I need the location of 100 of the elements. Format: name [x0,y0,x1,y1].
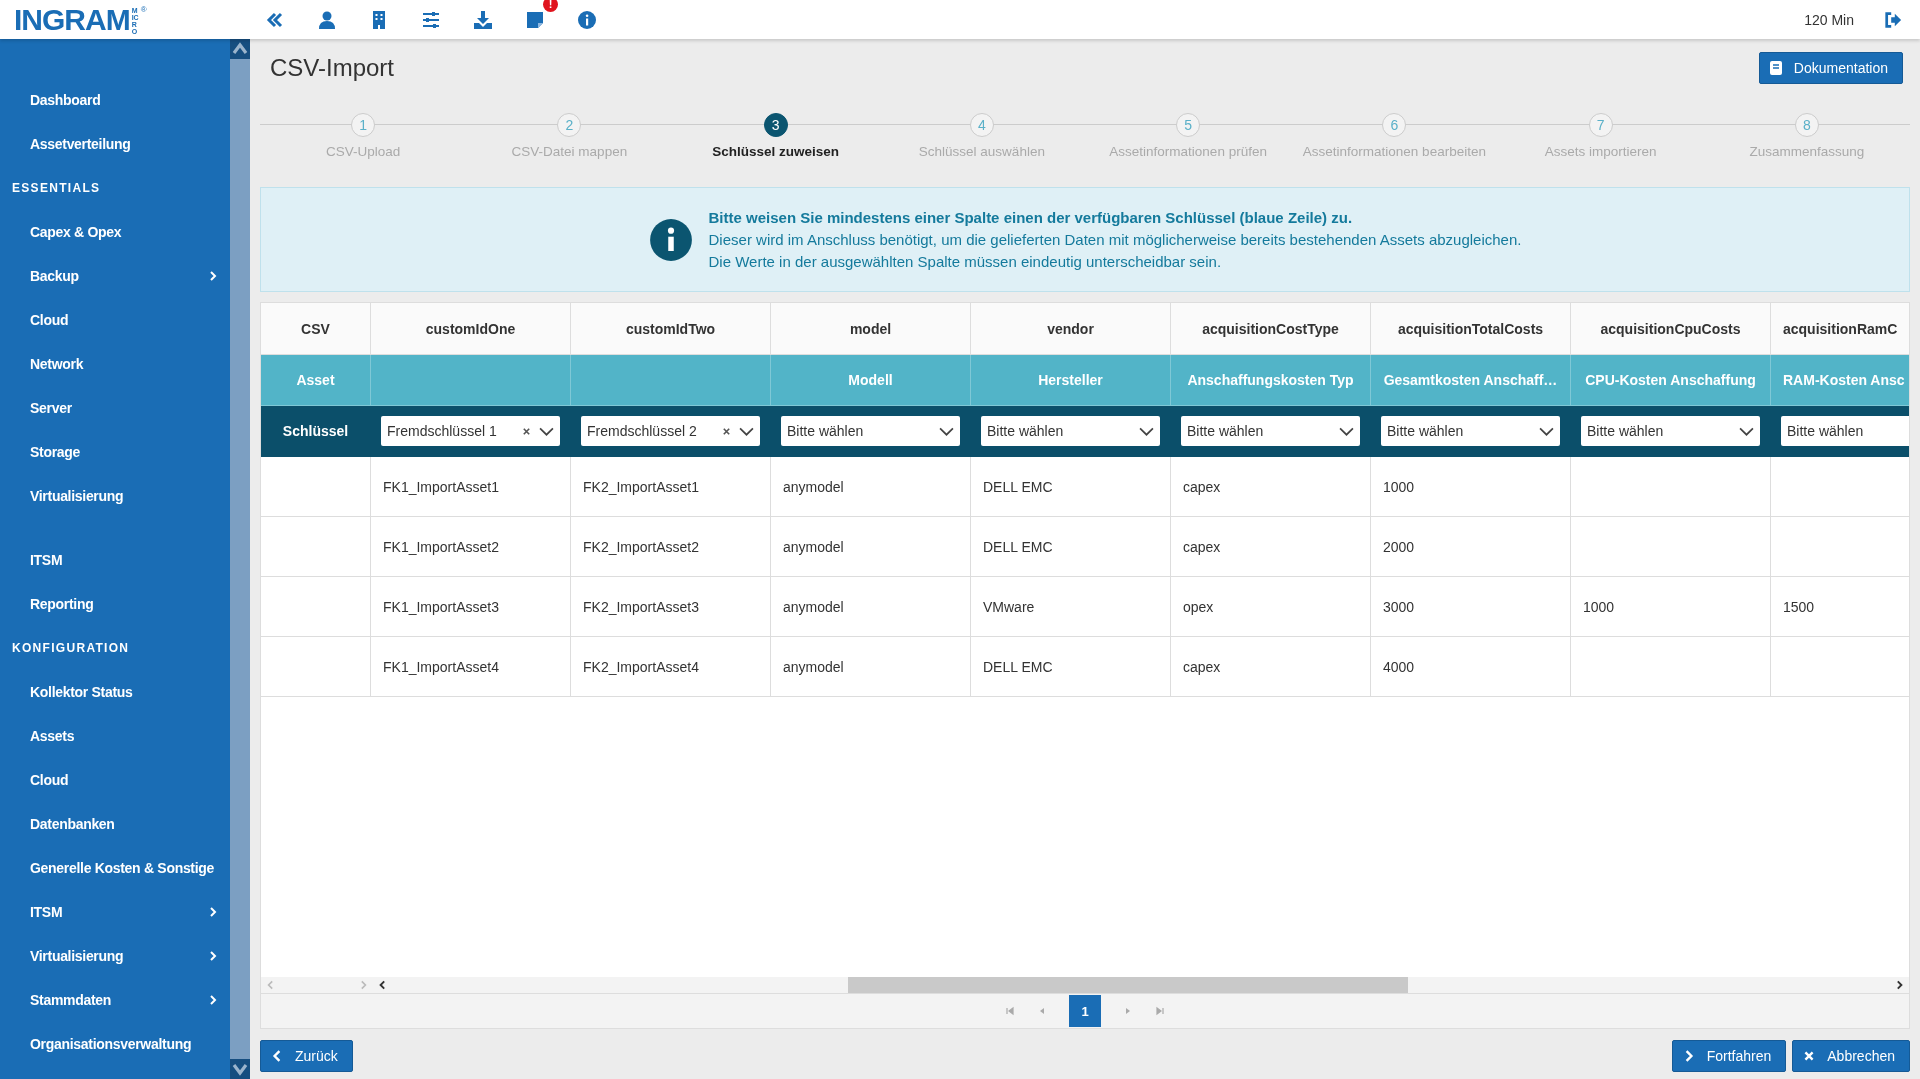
key-dropdown[interactable]: Bitte wählen [981,416,1160,446]
caret-icon [939,426,954,436]
table-cell: 1500 [1771,577,1909,637]
table-cell: 1000 [1571,577,1771,637]
table-cell: FK2_ImportAsset3 [571,577,771,637]
scrollbar[interactable] [230,39,250,1079]
table-cell: FK2_ImportAsset2 [571,517,771,577]
header-cell: customIdOne [371,303,571,355]
back-button[interactable]: Zurück [260,1040,353,1072]
caret-icon [1739,426,1754,436]
table-cell: FK1_ImportAsset3 [371,577,571,637]
header-cell: acquisitionCpuCosts [1571,303,1771,355]
header-cell: model [771,303,971,355]
caret-icon [539,426,554,436]
table-cell: anymodel [771,457,971,517]
download-icon[interactable] [473,9,493,30]
sidebar-item[interactable]: Kollektor Status [0,670,230,714]
step-number[interactable]: 3 [763,113,788,137]
sidebar-item[interactable]: Virtualisierung [0,474,230,518]
caret-icon [1139,426,1154,436]
sidebar-item[interactable]: Virtualisierung [0,934,230,978]
info-text: Dieser wird im Anschluss benötigt, um die gelieferten Daten mit möglicherweise bereits bestehenden Assets abzugleichen. [708,229,1522,250]
sidebar-heading: KONFIGURATION [11,640,131,657]
header-cell: customIdTwo [571,303,771,355]
close-icon [1803,1049,1816,1063]
logo-text: INGRAM [14,4,130,35]
book-icon [1769,61,1782,75]
sidebar-item[interactable]: Cloud [0,758,230,802]
sidebar-item[interactable]: Generelle Kosten & Sonstige [0,846,230,890]
sidebar-item[interactable]: Backup [0,254,230,298]
sidebar-item[interactable]: Assets [0,714,230,758]
table-cell: 2000 [1371,517,1571,577]
asset-cell: Anschaffungskosten Typ [1171,355,1371,406]
sidebar-item[interactable]: ITSM [0,538,230,582]
page-title: CSV-Import [270,54,395,82]
caret-icon [1539,426,1554,436]
registered-mark: ® [140,4,147,14]
asset-cell: Modell [771,355,971,406]
table-cell: FK1_ImportAsset2 [371,517,571,577]
key-dropdown[interactable]: Fremdschlüssel 1 [381,416,560,446]
step-label[interactable]: Schlüssel zuweisen [712,144,840,159]
key-label-cell: Schlüssel [261,406,371,457]
table-cell: capex [1171,517,1371,577]
sidebar-item[interactable]: Dashboard [0,78,230,122]
sidebar-item[interactable]: Stammdaten [0,978,230,1022]
chevron-down-icon[interactable] [230,1059,250,1079]
sidebar-item[interactable]: Assetverteilung [0,122,230,166]
table-cell: anymodel [771,637,971,697]
table-cell: anymodel [771,577,971,637]
sidebar-item[interactable]: Capex & Opex [0,210,230,254]
documentation-button[interactable]: Dokumentation [1758,52,1903,84]
header-cell: acquisitionCostType [1171,303,1371,355]
cancel-button[interactable]: Abbrechen [1792,1040,1910,1072]
asset-cell: Hersteller [971,355,1171,406]
scrollbar-thumb[interactable] [848,977,1408,993]
sliders-icon[interactable] [421,9,441,30]
sidebar-item[interactable]: Network [0,342,230,386]
info-text: Die Werte in der ausgewählten Spalte müssen eindeutig unterscheidbar sein. [708,251,1223,272]
clear-icon[interactable] [722,426,731,436]
sidebar-item[interactable]: Datenbanken [0,802,230,846]
key-dropdown[interactable]: Fremdschlüssel 2 [581,416,760,446]
chevron-up-icon[interactable] [230,39,250,59]
table-cell: 3000 [1371,577,1571,637]
continue-button[interactable]: Fortfahren [1671,1040,1787,1072]
header-cell: vendor [971,303,1171,355]
note-icon[interactable] [525,9,545,30]
key-dropdown[interactable]: Bitte wählen [1381,416,1560,446]
table-cell: VMware [971,577,1171,637]
asset-cell: CPU-Kosten Anschaffung [1571,355,1771,406]
horizontal-scrollbar[interactable] [261,977,1909,993]
sidebar-item[interactable]: Server [0,386,230,430]
info-icon [648,217,693,262]
header-cell: acquisitionTotalCosts [1371,303,1571,355]
info-icon[interactable] [577,9,597,30]
table-cell: anymodel [771,517,971,577]
logout-icon[interactable] [1884,10,1902,29]
sidebar-item[interactable]: Cloud [0,298,230,342]
sidebar-item[interactable]: Reporting [0,582,230,626]
table-cell: FK1_ImportAsset1 [371,457,571,517]
table-cell: DELL EMC [971,457,1171,517]
table-cell: capex [1171,637,1371,697]
sidebar-item[interactable]: Storage [0,430,230,474]
table-cell: DELL EMC [971,517,1171,577]
caret-icon [739,426,754,436]
key-dropdown[interactable]: Bitte wählen [1181,416,1360,446]
sidebar-item[interactable]: Organisationsverwaltung [0,1022,230,1066]
key-dropdown[interactable]: Bitte wählen [1781,416,1909,446]
header-cell: acquisitionRamC [1771,303,1909,355]
chevron-left-icon [271,1049,283,1063]
page-button[interactable]: 1 [1069,995,1101,1027]
clear-icon[interactable] [522,426,531,436]
table-cell: FK2_ImportAsset1 [571,457,771,517]
session-timer: 120 Min [1804,11,1854,28]
user-icon[interactable] [317,9,337,30]
caret-icon [1339,426,1354,436]
header-cell: CSV [261,303,371,355]
notification-badge: ! [543,0,558,12]
key-dropdown[interactable]: Bitte wählen [781,416,960,446]
sidebar-item[interactable]: ITSM [0,890,230,934]
key-dropdown[interactable]: Bitte wählen [1581,416,1760,446]
